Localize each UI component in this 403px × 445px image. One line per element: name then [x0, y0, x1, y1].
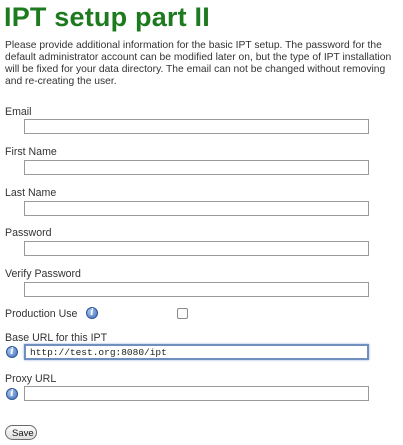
info-icon[interactable]: i	[6, 346, 18, 358]
password-field[interactable]	[24, 241, 369, 256]
page-title: IPT setup part II	[4, 2, 210, 32]
production-use-label: Production Use	[5, 308, 78, 320]
proxy-url-label: Proxy URL	[5, 373, 57, 385]
production-use-checkbox[interactable]	[177, 308, 188, 319]
base-url-field[interactable]	[24, 344, 369, 360]
info-icon[interactable]: i	[86, 307, 98, 319]
intro-text: Please provide additional information fo…	[5, 40, 392, 87]
verify-password-field[interactable]	[24, 282, 369, 297]
email-label: Email	[5, 106, 32, 118]
first-name-label: First Name	[5, 146, 57, 158]
first-name-field[interactable]	[24, 160, 369, 175]
last-name-label: Last Name	[5, 187, 57, 199]
password-label: Password	[5, 227, 52, 239]
last-name-field[interactable]	[24, 201, 369, 216]
save-button[interactable]: Save	[5, 425, 37, 440]
base-url-label: Base URL for this IPT	[5, 332, 108, 344]
email-field[interactable]	[24, 119, 369, 134]
verify-password-label: Verify Password	[5, 268, 81, 280]
info-icon[interactable]: i	[6, 388, 18, 400]
proxy-url-field[interactable]	[24, 386, 369, 401]
